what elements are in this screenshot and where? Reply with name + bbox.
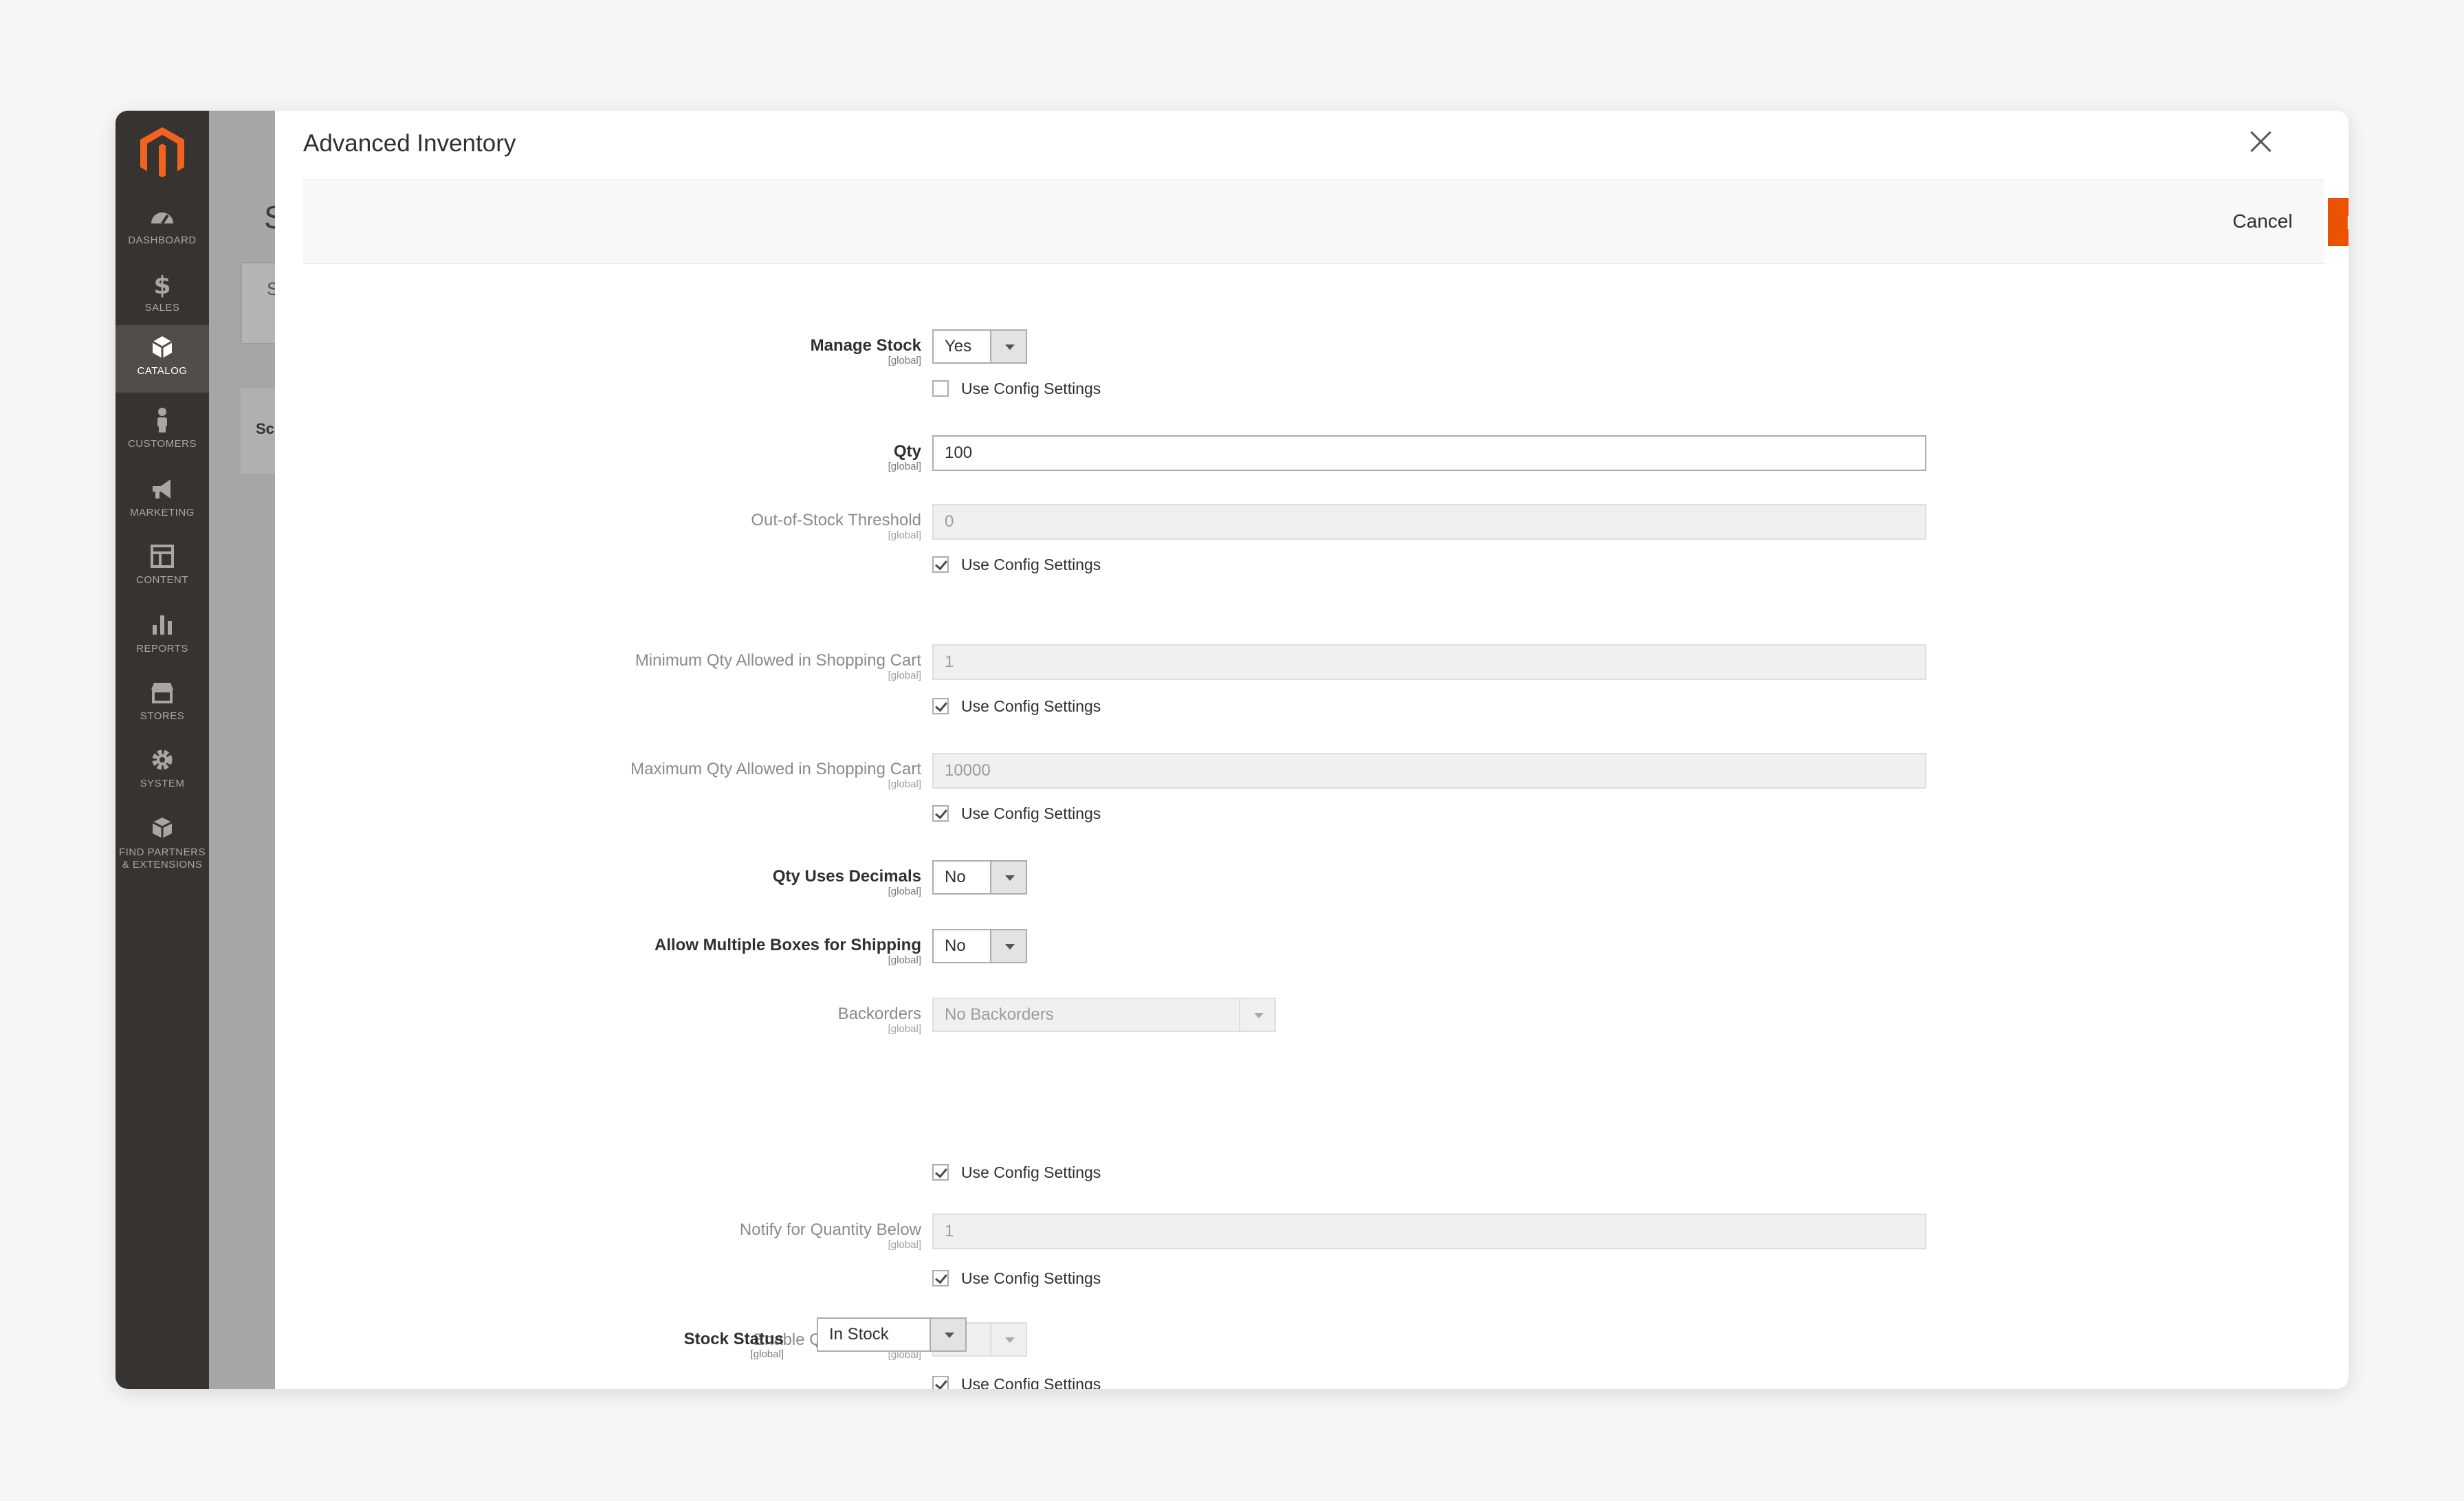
nav-dashboard[interactable]: DASHBOARD: [116, 195, 209, 262]
nav-system[interactable]: SYSTEM: [116, 738, 209, 805]
layout-icon: [151, 545, 174, 568]
chevron-down-icon: [990, 862, 1026, 893]
nav-find-partners[interactable]: FIND PARTNERS & EXTENSIONS: [116, 807, 209, 889]
nav-label: MARKETING: [130, 507, 195, 518]
modal-action-bar: [303, 179, 2324, 264]
field-label-out-of-stock-threshold: Out-of-Stock Threshold [global]: [751, 511, 921, 541]
nav-label: STORES: [140, 710, 185, 722]
boxes-icon: [152, 818, 173, 838]
nav-label: CATALOG: [137, 365, 188, 377]
select-value: Yes: [945, 337, 972, 355]
field-label-qty-uses-decimals: Qty Uses Decimals [global]: [772, 867, 921, 897]
dashboard-icon: [151, 212, 173, 225]
nav-label: SALES: [144, 302, 180, 314]
field-label-backorders: Backorders [global]: [837, 1005, 921, 1035]
select-value: No Backorders: [945, 1005, 1054, 1024]
close-icon[interactable]: [2247, 128, 2274, 155]
chevron-down-icon: [990, 1324, 1026, 1355]
person-icon: [157, 408, 167, 432]
magento-logo-icon[interactable]: [138, 124, 187, 182]
cube-icon: [152, 336, 173, 358]
nav-label: CONTENT: [136, 574, 188, 586]
nav-content[interactable]: CONTENT: [116, 534, 209, 602]
checkbox-label: Use Config Settings: [961, 556, 1101, 573]
checkbox[interactable]: [932, 805, 949, 822]
backorders-select[interactable]: No Backorders: [932, 998, 1276, 1032]
field-label-min-qty-cart: Minimum Qty Allowed in Shopping Cart [glo…: [635, 651, 921, 681]
nav-customers[interactable]: CUSTOMERS: [116, 398, 209, 465]
checkbox-label: Use Config Settings: [961, 1375, 1101, 1389]
nav-catalog[interactable]: CATALOG: [116, 325, 209, 393]
backdrop-section-text: Sc: [256, 420, 274, 437]
checkbox[interactable]: [932, 380, 949, 397]
checkbox[interactable]: [932, 698, 949, 714]
stock-status-select[interactable]: In Stock: [817, 1317, 967, 1352]
chevron-down-icon: [990, 331, 1026, 362]
min-qty-cart-input[interactable]: 1: [932, 644, 1926, 680]
manage-stock-select[interactable]: Yes: [932, 329, 1027, 364]
nav-label: SYSTEM: [140, 778, 185, 789]
checkbox[interactable]: [932, 1270, 949, 1286]
chevron-down-icon: [1239, 999, 1275, 1031]
enable-qty-increments-use-config[interactable]: Use Config Settings: [932, 1374, 1101, 1389]
checkbox[interactable]: [932, 1376, 949, 1389]
backorders-use-config[interactable]: Use Config Settings: [932, 1163, 1101, 1182]
cancel-button[interactable]: Cancel: [2225, 198, 2300, 245]
field-label-notify-qty-below: Notify for Quantity Below [global]: [739, 1220, 921, 1251]
checkbox[interactable]: [932, 556, 949, 573]
select-value: No: [945, 936, 966, 955]
max-qty-cart-use-config[interactable]: Use Config Settings: [932, 804, 1101, 823]
checkbox-label: Use Config Settings: [961, 1163, 1101, 1181]
field-label-max-qty-cart: Maximum Qty Allowed in Shopping Cart [glo…: [630, 760, 921, 790]
notify-qty-below-input[interactable]: 1: [932, 1214, 1926, 1249]
nav-stores[interactable]: STORES: [116, 670, 209, 738]
done-button[interactable]: Done: [2328, 198, 2348, 246]
nav-sales[interactable]: $ SALES: [116, 262, 209, 329]
bar-chart-icon: [153, 615, 172, 635]
multiple-boxes-select[interactable]: No: [932, 929, 1027, 963]
storefront-icon: [151, 683, 173, 703]
nav-marketing[interactable]: MARKETING: [116, 467, 209, 534]
select-value: In Stock: [829, 1325, 889, 1344]
max-qty-cart-input[interactable]: 10000: [932, 753, 1926, 789]
admin-sidebar: DASHBOARD $ SALES CATALOG CUSTOMERS MARK…: [116, 111, 209, 1389]
notify-qty-below-use-config[interactable]: Use Config Settings: [932, 1269, 1101, 1288]
advanced-inventory-modal: Advanced Inventory Cancel Done Manage St…: [275, 111, 2348, 1389]
nav-label: DASHBOARD: [128, 234, 197, 246]
admin-window: DASHBOARD $ SALES CATALOG CUSTOMERS MARK…: [116, 111, 2348, 1389]
out-of-stock-threshold-use-config[interactable]: Use Config Settings: [932, 555, 1101, 574]
nav-label: REPORTS: [136, 643, 188, 655]
field-label-stock-status: Stock Status [global]: [683, 1330, 784, 1360]
checkbox-label: Use Config Settings: [961, 804, 1101, 822]
qty-uses-decimals-select[interactable]: No: [932, 860, 1027, 895]
chevron-down-icon: [990, 930, 1026, 962]
checkbox[interactable]: [932, 1164, 949, 1181]
checkbox-label: Use Config Settings: [961, 1269, 1101, 1287]
gear-icon: [152, 749, 173, 770]
field-label-manage-stock: Manage Stock [global]: [810, 336, 921, 366]
modal-title: Advanced Inventory: [303, 130, 516, 157]
field-label-qty: Qty [global]: [888, 442, 921, 472]
nav-label: CUSTOMERS: [127, 438, 197, 450]
chevron-down-icon: [930, 1319, 965, 1350]
min-qty-cart-use-config[interactable]: Use Config Settings: [932, 697, 1101, 716]
megaphone-icon: [153, 479, 170, 498]
checkbox-label: Use Config Settings: [961, 380, 1101, 397]
svg-text:$: $: [153, 272, 170, 298]
out-of-stock-threshold-input[interactable]: 0: [932, 504, 1926, 540]
select-value: No: [945, 868, 966, 886]
nav-label: FIND PARTNERS & EXTENSIONS: [119, 846, 206, 870]
dollar-icon: $: [153, 272, 170, 298]
checkbox-label: Use Config Settings: [961, 697, 1101, 715]
qty-input[interactable]: 100: [932, 435, 1926, 471]
nav-reports[interactable]: REPORTS: [116, 603, 209, 670]
field-label-multiple-boxes: Allow Multiple Boxes for Shipping [global…: [654, 936, 921, 966]
manage-stock-use-config[interactable]: Use Config Settings: [932, 379, 1101, 398]
